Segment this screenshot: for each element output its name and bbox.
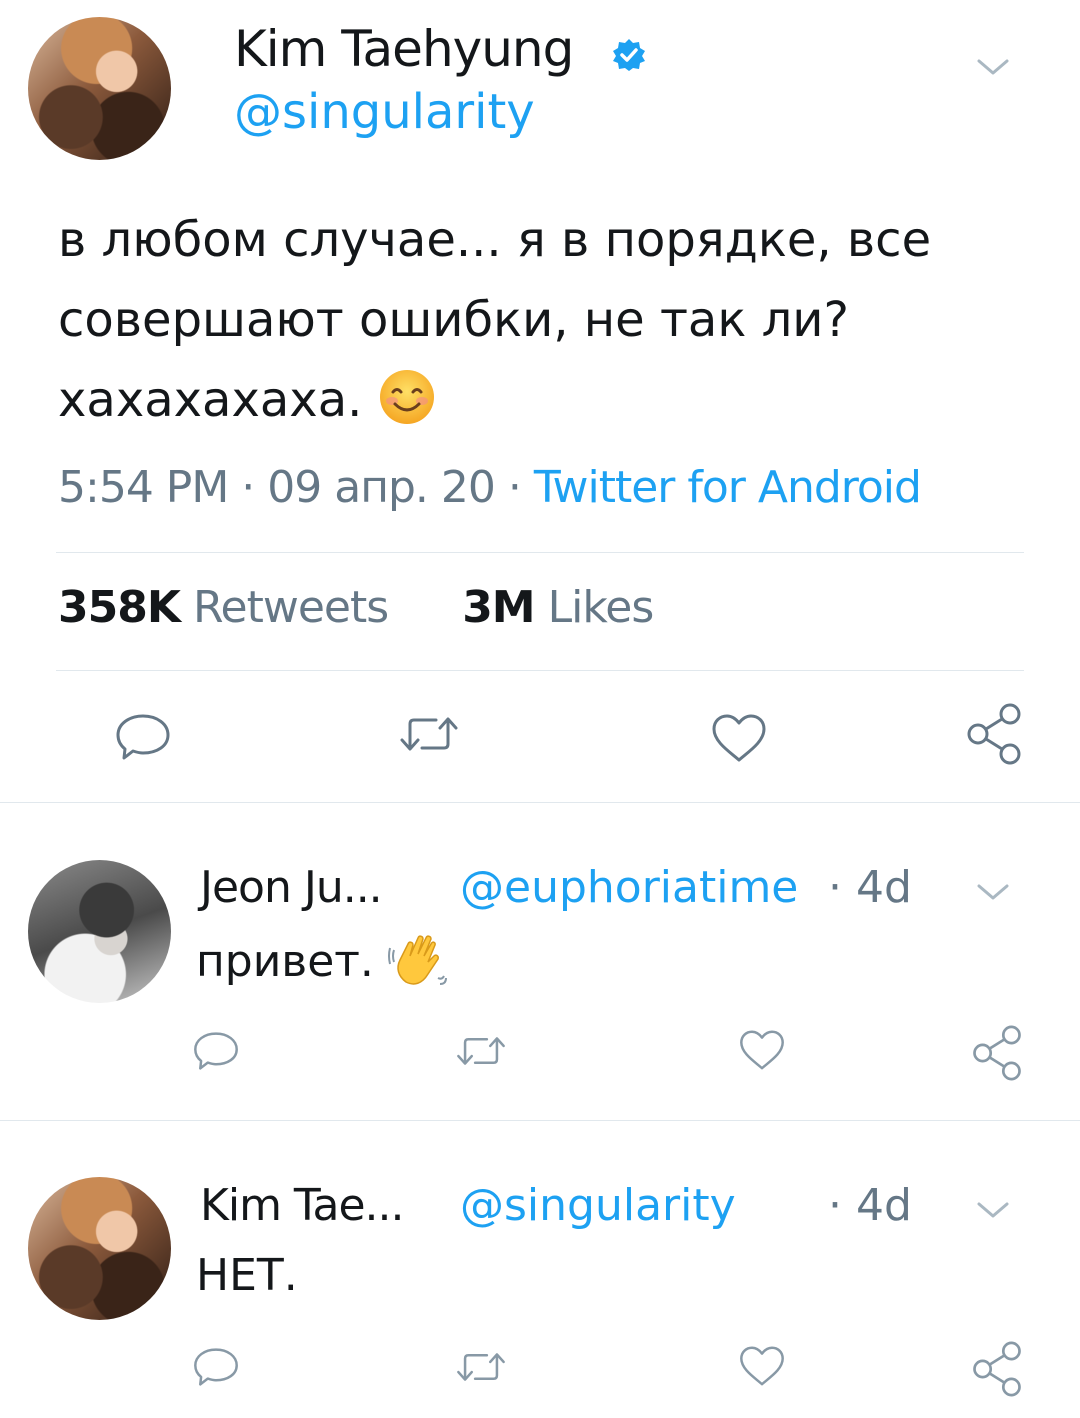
- share-icon[interactable]: [964, 702, 1024, 766]
- tweet-source-link[interactable]: Twitter for Android: [534, 462, 922, 513]
- author-name[interactable]: Kim Taehyung: [234, 20, 574, 78]
- smiling-face-icon: [378, 368, 436, 426]
- main-tweet: Kim Taehyung @singularity в любом случае…: [0, 0, 1080, 800]
- reply-icon[interactable]: [192, 1030, 240, 1072]
- likes-count: 3M: [462, 582, 535, 633]
- share-icon[interactable]: [970, 1340, 1024, 1398]
- waving-hand-icon: [387, 930, 448, 990]
- likes-stat[interactable]: 3M Likes: [462, 582, 655, 633]
- like-heart-icon[interactable]: [738, 1028, 786, 1072]
- tweet-time: 5:54 PM: [58, 462, 229, 513]
- tweet-stats: 358K Retweets 3M Likes: [58, 582, 655, 633]
- chevron-down-icon[interactable]: [975, 1198, 1011, 1222]
- tweet-text-line: совершают ошибки, не так ли?: [58, 292, 849, 348]
- reply-age: · 4d: [828, 1180, 912, 1231]
- retweet-icon[interactable]: [455, 1032, 507, 1070]
- divider: [56, 670, 1024, 671]
- retweets-label: Retweets: [192, 582, 389, 633]
- like-heart-icon[interactable]: [738, 1344, 786, 1388]
- reply-author-handle[interactable]: @euphoriatime: [460, 862, 798, 913]
- reply-author-name[interactable]: Kim Tae...: [200, 1180, 405, 1231]
- tweet-text: в любом случае... я в порядке, все совер…: [58, 200, 1038, 440]
- verified-badge-icon: [612, 38, 646, 72]
- tweet-text-line-3: хахахахаха.: [58, 360, 1038, 440]
- retweets-stat[interactable]: 358K Retweets: [58, 582, 401, 633]
- divider: [56, 552, 1024, 553]
- likes-label: Likes: [547, 582, 655, 633]
- reply-text: привет.: [196, 930, 448, 990]
- separator-dot: ·: [241, 462, 255, 513]
- reply-text: НЕТ.: [196, 1250, 298, 1301]
- chevron-down-icon[interactable]: [975, 55, 1011, 79]
- tweet-date: 09 апр. 20: [267, 462, 496, 513]
- chevron-down-icon[interactable]: [975, 880, 1011, 904]
- tweet-timestamp: 5:54 PM · 09 апр. 20 · Twitter for Andro…: [58, 462, 922, 513]
- retweets-count: 358K: [58, 582, 181, 633]
- section-divider: [0, 802, 1080, 803]
- reply-icon[interactable]: [114, 712, 172, 762]
- retweet-icon[interactable]: [455, 1348, 507, 1386]
- share-icon[interactable]: [970, 1024, 1024, 1082]
- retweet-icon[interactable]: [398, 712, 460, 756]
- reply-author-handle[interactable]: @singularity: [460, 1180, 736, 1231]
- tweet-text-line: хахахахаха.: [58, 372, 363, 428]
- reply-author-name[interactable]: Jeon Ju...: [200, 862, 383, 913]
- author-avatar[interactable]: [28, 17, 171, 160]
- author-handle[interactable]: @singularity: [234, 84, 535, 140]
- like-heart-icon[interactable]: [710, 712, 768, 764]
- reply-author-avatar[interactable]: [28, 1177, 171, 1320]
- tweet-text-line: в любом случае... я в порядке, все: [58, 212, 932, 268]
- section-divider: [0, 1120, 1080, 1121]
- separator-dot: ·: [507, 462, 522, 513]
- reply-age: · 4d: [828, 862, 912, 913]
- reply-icon[interactable]: [192, 1346, 240, 1388]
- reply-text-content: привет.: [196, 936, 374, 987]
- reply-author-avatar[interactable]: [28, 860, 171, 1003]
